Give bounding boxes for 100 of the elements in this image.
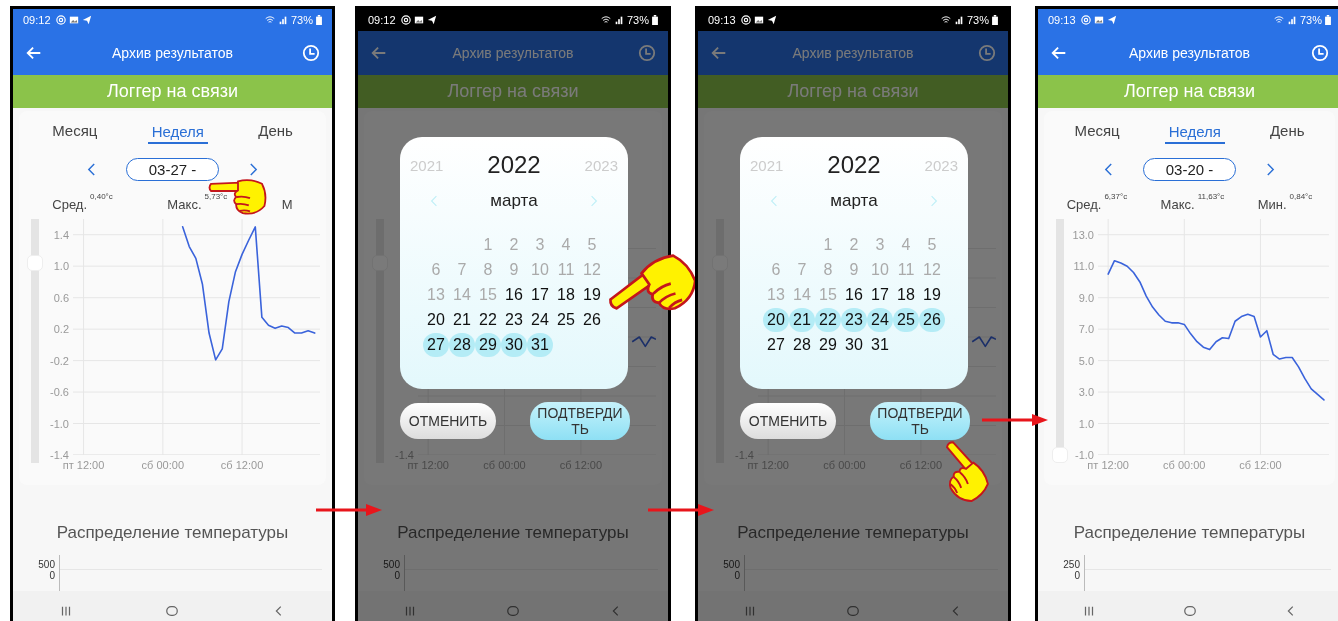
date-range-button[interactable]: 03-20 -	[1142, 157, 1237, 181]
send-icon	[426, 15, 437, 25]
clock-icon[interactable]	[302, 44, 320, 62]
wifi-icon	[940, 15, 951, 25]
y-axis-label: 0.6	[53, 291, 69, 304]
signal-icon	[953, 15, 964, 25]
period-tab[interactable]: Месяц	[48, 115, 102, 145]
date-range-button[interactable]: 03-27 -	[125, 157, 220, 181]
calendar-day[interactable]: 31	[867, 333, 893, 357]
calendar-day[interactable]: 24	[527, 308, 553, 332]
y-axis-label: 13.0	[1072, 228, 1094, 241]
home-icon[interactable]	[846, 604, 860, 618]
calendar-day[interactable]: 28	[789, 333, 815, 357]
period-tab[interactable]: Неделя	[1164, 116, 1225, 144]
calendar-day[interactable]: 21	[449, 308, 475, 332]
calendar-day[interactable]: 26	[579, 308, 605, 332]
confirm-button[interactable]: ПОДТВЕРДИТЬ	[870, 402, 970, 440]
clock-icon[interactable]	[638, 44, 656, 62]
calendar-day[interactable]: 26	[919, 308, 945, 332]
calendar-day[interactable]: 22	[815, 308, 841, 332]
back-arrow-icon[interactable]	[25, 44, 43, 62]
y-axis-label: -0.6	[50, 386, 69, 399]
stat-label: Сред.	[52, 196, 88, 212]
status-time: 09:13	[708, 14, 736, 26]
stat-label: Сред.	[1066, 196, 1102, 212]
home-icon[interactable]	[1182, 604, 1197, 618]
home-icon[interactable]	[506, 604, 520, 618]
calendar-day[interactable]: 31	[527, 333, 553, 357]
image-icon	[1093, 15, 1104, 25]
calendar-day[interactable]: 24	[867, 308, 893, 332]
y-axis-label: 0.2	[53, 323, 69, 336]
month-label: марта	[830, 191, 878, 211]
slider-thumb[interactable]	[27, 255, 43, 272]
year-option[interactable]: 2022	[487, 151, 541, 179]
x-axis-label: пт 12:00	[62, 459, 105, 471]
calendar-day[interactable]: 18	[553, 283, 579, 307]
signal-icon	[1286, 15, 1297, 25]
previous-icon[interactable]	[1103, 161, 1113, 177]
calendar-day[interactable]: 17	[527, 283, 553, 307]
calendar-day[interactable]: 20	[423, 308, 449, 332]
cancel-button[interactable]: ОТМЕНИТЬ	[740, 403, 836, 439]
calendar-day[interactable]: 17	[867, 283, 893, 307]
calendar-day[interactable]: 21	[789, 308, 815, 332]
image-icon	[413, 15, 424, 25]
screen-title: Архив результатов	[1129, 45, 1250, 61]
back-arrow-icon[interactable]	[370, 44, 388, 62]
calendar-day[interactable]: 16	[841, 283, 867, 307]
period-tab[interactable]: День	[1265, 115, 1309, 145]
section-heading: Распределение температуры	[1072, 523, 1307, 543]
period-tab[interactable]: Неделя	[147, 116, 208, 144]
screen-title: Архив результатов	[452, 45, 574, 61]
send-icon	[1106, 15, 1117, 25]
year-option[interactable]: 2022	[827, 151, 881, 179]
next-icon[interactable]	[249, 161, 259, 177]
period-tab[interactable]: День	[254, 115, 297, 145]
calendar-day[interactable]: 22	[475, 308, 501, 332]
image-icon	[753, 15, 764, 25]
calendar-day[interactable]: 27	[423, 333, 449, 357]
connection-status: Логгер на связи	[447, 81, 579, 102]
stat-value: 11,63°c	[1197, 191, 1225, 201]
signal-icon	[277, 15, 288, 25]
calendar-day[interactable]: 29	[475, 333, 501, 357]
cancel-button[interactable]: ОТМЕНИТЬ	[400, 403, 496, 439]
transition-arrow	[648, 503, 714, 517]
calendar-day[interactable]: 18	[893, 283, 919, 307]
image-icon	[68, 15, 79, 25]
home-icon[interactable]	[165, 604, 180, 618]
period-tab[interactable]: Месяц	[1070, 115, 1124, 145]
confirm-button[interactable]: ПОДТВЕРДИТЬ	[530, 402, 630, 440]
x-axis-label: сб 00:00	[1163, 459, 1206, 471]
calendar-day[interactable]: 23	[841, 308, 867, 332]
battery-percent: 73%	[626, 14, 649, 26]
status-time: 09:12	[23, 14, 51, 26]
y-axis-label: 7.0	[1078, 323, 1094, 336]
clock-icon[interactable]	[978, 44, 996, 62]
at-sign-icon	[400, 15, 411, 25]
x-axis-label: сб 00:00	[141, 459, 184, 471]
signal-icon	[613, 15, 624, 25]
calendar-day[interactable]: 23	[501, 308, 527, 332]
calendar-day[interactable]: 19	[919, 283, 945, 307]
screen-title: Архив результатов	[792, 45, 914, 61]
slider-thumb[interactable]	[1052, 447, 1068, 463]
clock-icon[interactable]	[1311, 44, 1329, 62]
back-arrow-icon[interactable]	[710, 44, 728, 62]
calendar-day[interactable]: 28	[449, 333, 475, 357]
section-heading: Распределение температуры	[396, 523, 630, 543]
calendar-day[interactable]: 25	[893, 308, 919, 332]
next-icon[interactable]	[1266, 161, 1276, 177]
calendar-day[interactable]: 25	[553, 308, 579, 332]
y-axis-label: 3.0	[1078, 386, 1094, 399]
calendar-day[interactable]: 30	[841, 333, 867, 357]
battery-percent: 73%	[290, 14, 313, 26]
back-arrow-icon[interactable]	[1050, 44, 1068, 62]
calendar-day[interactable]: 16	[501, 283, 527, 307]
calendar-day[interactable]: 29	[815, 333, 841, 357]
calendar-day[interactable]: 19	[579, 283, 605, 307]
previous-icon[interactable]	[86, 161, 96, 177]
calendar-day[interactable]: 27	[763, 333, 789, 357]
calendar-day[interactable]: 20	[763, 308, 789, 332]
calendar-day[interactable]: 30	[501, 333, 527, 357]
